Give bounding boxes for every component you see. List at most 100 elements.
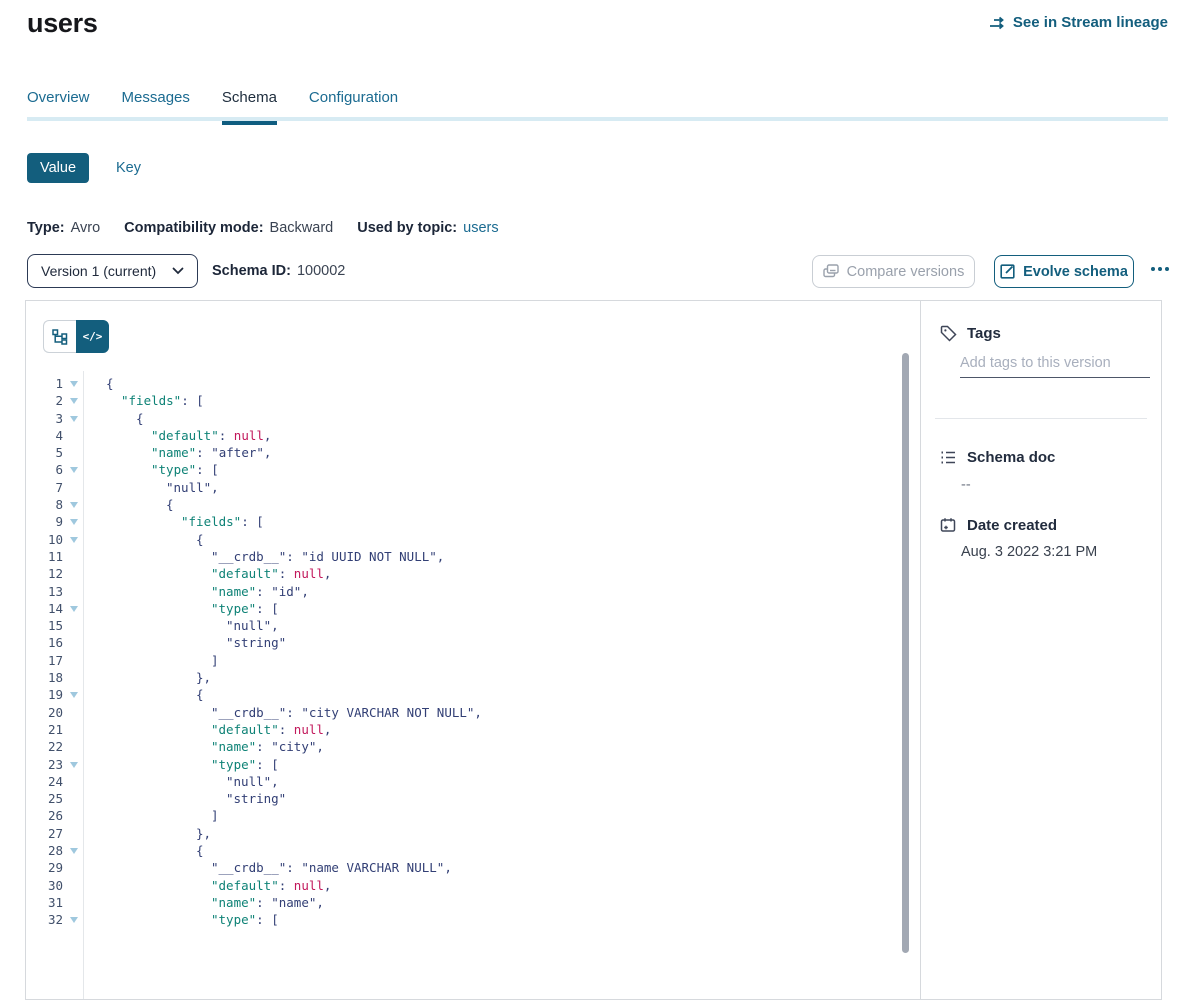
editor-scrollbar[interactable]: [902, 353, 909, 953]
fold-toggle-icon[interactable]: [70, 762, 78, 768]
line-number: 20: [26, 704, 63, 721]
code-line[interactable]: 10{: [26, 531, 901, 548]
code-text: },: [196, 669, 211, 686]
code-line[interactable]: 21"default": null,: [26, 721, 901, 738]
value-tab-button[interactable]: Value: [27, 153, 89, 183]
line-number: 27: [26, 825, 63, 842]
code-line[interactable]: 24"null",: [26, 773, 901, 790]
code-line[interactable]: 17]: [26, 652, 901, 669]
key-tab-button[interactable]: Key: [116, 160, 141, 176]
code-text: "name": "city",: [211, 738, 324, 755]
fold-toggle-icon[interactable]: [70, 502, 78, 508]
fold-toggle-icon[interactable]: [70, 398, 78, 404]
code-line[interactable]: 9"fields": [: [26, 513, 901, 530]
code-line[interactable]: 8{: [26, 496, 901, 513]
schema-id-value: 100002: [297, 263, 345, 279]
code-line[interactable]: 29"__crdb__": "name VARCHAR NULL",: [26, 859, 901, 876]
line-number: 5: [26, 444, 63, 461]
fold-toggle-icon[interactable]: [70, 381, 78, 387]
code-text: },: [196, 825, 211, 842]
tree-view-icon: [52, 329, 68, 345]
date-created-title: Date created: [967, 517, 1057, 534]
fold-toggle-icon[interactable]: [70, 519, 78, 525]
code-line[interactable]: 3{: [26, 410, 901, 427]
schema-panel: </> 1{2"fields": [3{4"default": null,5"n…: [25, 300, 1162, 1000]
line-number: 12: [26, 565, 63, 582]
meta-value: Avro: [71, 220, 101, 236]
code-line[interactable]: 30"default": null,: [26, 877, 901, 894]
meta-item: Used by topic:users: [357, 220, 498, 236]
code-line[interactable]: 14"type": [: [26, 600, 901, 617]
version-select[interactable]: Version 1 (current): [27, 254, 198, 288]
fold-toggle-icon[interactable]: [70, 537, 78, 543]
tags-input[interactable]: [960, 353, 1150, 378]
compare-versions-button[interactable]: Compare versions: [812, 255, 975, 288]
schema-code-editor[interactable]: 1{2"fields": [3{4"default": null,5"name"…: [26, 375, 901, 999]
line-number: 18: [26, 669, 63, 686]
tree-view-button[interactable]: [43, 320, 76, 353]
schema-doc-section-header: Schema doc: [940, 449, 1055, 466]
date-created-value: Aug. 3 2022 3:21 PM: [961, 544, 1097, 560]
code-line[interactable]: 18},: [26, 669, 901, 686]
code-line[interactable]: 16"string": [26, 634, 901, 651]
code-line[interactable]: 7"null",: [26, 479, 901, 496]
line-number: 26: [26, 807, 63, 824]
line-number: 30: [26, 877, 63, 894]
code-line[interactable]: 31"name": "name",: [26, 894, 901, 911]
stream-lineage-label: See in Stream lineage: [1013, 14, 1168, 31]
code-line[interactable]: 22 "name": "city",: [26, 738, 901, 755]
code-line[interactable]: 13"name": "id",: [26, 583, 901, 600]
code-line[interactable]: 19{: [26, 686, 901, 703]
code-line[interactable]: 20"__crdb__": "city VARCHAR NOT NULL",: [26, 704, 901, 721]
code-view-button[interactable]: </>: [76, 320, 109, 353]
ellipsis-icon: [1165, 267, 1169, 271]
code-line[interactable]: 1{: [26, 375, 901, 392]
code-view-icon: </>: [83, 330, 103, 343]
code-text: {: [196, 686, 204, 703]
line-number: 2: [26, 392, 63, 409]
line-number: 9: [26, 513, 63, 530]
code-line[interactable]: 6 "type": [: [26, 461, 901, 478]
schema-meta-row: Type:Avro Compatibility mode:Backward Used…: [27, 220, 499, 236]
calendar-plus-icon: [940, 517, 957, 534]
fold-toggle-icon[interactable]: [70, 467, 78, 473]
code-line[interactable]: 25"string": [26, 790, 901, 807]
fold-toggle-icon[interactable]: [70, 692, 78, 698]
code-text: "type": [: [151, 461, 219, 478]
fold-toggle-icon[interactable]: [70, 917, 78, 923]
line-number: 8: [26, 496, 63, 513]
code-line[interactable]: 4"default": null,: [26, 427, 901, 444]
code-text: "default": null,: [211, 565, 331, 582]
line-number: 14: [26, 600, 63, 617]
code-line[interactable]: 32"type": [: [26, 911, 901, 928]
code-line[interactable]: 26]: [26, 807, 901, 824]
code-line[interactable]: 5"name": "after",: [26, 444, 901, 461]
line-number: 6: [26, 461, 63, 478]
code-line[interactable]: 2"fields": [: [26, 392, 901, 409]
line-number: 7: [26, 479, 63, 496]
line-number: 22: [26, 738, 63, 755]
code-line[interactable]: 28{: [26, 842, 901, 859]
tags-section-header: Tags: [940, 325, 1001, 342]
fold-toggle-icon[interactable]: [70, 606, 78, 612]
code-line[interactable]: 15"null",: [26, 617, 901, 634]
topic-link[interactable]: users: [463, 220, 498, 236]
doc-list-icon: [940, 449, 957, 466]
code-line[interactable]: 12 "default": null,: [26, 565, 901, 582]
code-text: "__crdb__": "id UUID NOT NULL",: [211, 548, 444, 565]
code-line[interactable]: 23"type": [: [26, 756, 901, 773]
meta-item: Type:Avro: [27, 220, 100, 236]
evolve-schema-button[interactable]: Evolve schema: [994, 255, 1134, 288]
code-text: "type": [: [211, 911, 279, 928]
code-line[interactable]: 27},: [26, 825, 901, 842]
more-actions-button[interactable]: [1144, 258, 1176, 280]
meta-item: Compatibility mode:Backward: [124, 220, 333, 236]
code-line[interactable]: 11"__crdb__": "id UUID NOT NULL",: [26, 548, 901, 565]
line-number: 24: [26, 773, 63, 790]
fold-toggle-icon[interactable]: [70, 848, 78, 854]
code-text: "type": [: [211, 756, 279, 773]
stream-lineage-link[interactable]: See in Stream lineage: [989, 14, 1168, 31]
compare-versions-label: Compare versions: [847, 264, 965, 280]
fold-toggle-icon[interactable]: [70, 416, 78, 422]
schema-doc-value: --: [961, 477, 971, 493]
